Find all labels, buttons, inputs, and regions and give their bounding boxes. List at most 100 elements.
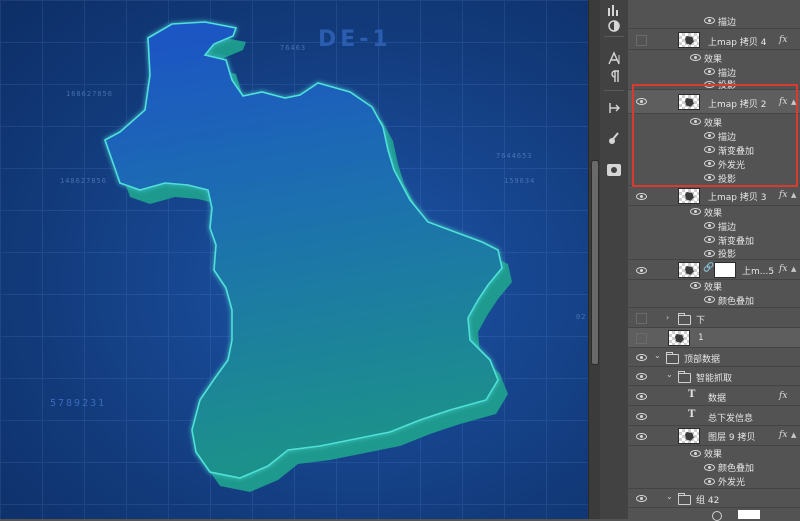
layer-thumbnail <box>678 94 700 110</box>
effect-row[interactable]: 渐变叠加 <box>628 142 800 157</box>
fx-icon[interactable]: fx <box>779 97 787 107</box>
chevron-down-icon[interactable]: ⌄ <box>654 351 661 360</box>
group-name: 下 <box>696 316 706 326</box>
fx-icon[interactable]: fx <box>779 35 787 45</box>
paragraph-icon[interactable] <box>604 66 624 86</box>
effect-group-row[interactable]: 效果 <box>628 446 800 460</box>
layer-row[interactable]: 🔗 上m...5 fx ▲ <box>628 260 800 280</box>
eye-icon[interactable] <box>636 413 647 420</box>
effect-row[interactable]: 投影 <box>628 170 800 186</box>
character-icon[interactable] <box>604 48 624 68</box>
visibility-toggle[interactable] <box>636 35 647 46</box>
chevron-up-icon[interactable]: ▲ <box>791 98 796 106</box>
effect-row[interactable]: 描边 <box>628 64 800 79</box>
eye-icon[interactable] <box>704 222 715 229</box>
eye-icon[interactable] <box>704 132 715 139</box>
eye-icon[interactable] <box>704 250 715 257</box>
effect-row[interactable]: 投影 <box>628 78 800 91</box>
eye-icon[interactable] <box>690 208 701 215</box>
chevron-up-icon[interactable]: ▲ <box>791 191 796 199</box>
eye-icon[interactable] <box>636 495 647 502</box>
chevron-down-icon[interactable]: ⌄ <box>666 370 673 379</box>
scrollbar-thumb[interactable] <box>591 160 599 365</box>
eye-icon[interactable] <box>636 354 647 361</box>
chevron-down-icon[interactable]: ⌄ <box>666 492 673 501</box>
district-map <box>104 21 512 492</box>
effect-group-row[interactable]: 效果 <box>628 50 800 65</box>
text-layer-row[interactable]: T 总下发信息 <box>628 406 800 426</box>
adjustment-icon[interactable] <box>604 16 624 36</box>
eye-icon[interactable] <box>690 282 701 289</box>
eye-icon[interactable] <box>704 146 715 153</box>
chevron-up-icon[interactable]: ▲ <box>791 265 796 273</box>
effect-row[interactable]: 颜色叠加 <box>628 460 800 474</box>
eye-icon[interactable] <box>690 118 701 125</box>
brush-icon[interactable] <box>604 128 624 148</box>
group-name: 组 42 <box>696 496 720 506</box>
transform-icon[interactable] <box>604 98 624 118</box>
eye-icon[interactable] <box>704 236 715 243</box>
effect-row[interactable]: 外发光 <box>628 474 800 489</box>
group-row[interactable]: › 下 <box>628 308 800 328</box>
text-layer-icon: T <box>688 389 696 400</box>
effect-group-row[interactable]: 效果 <box>628 278 800 293</box>
layer-row[interactable]: 上map 拷贝 3 fx ▲ <box>628 186 800 206</box>
eye-icon[interactable] <box>636 267 647 274</box>
eye-icon[interactable] <box>636 393 647 400</box>
stamp-icon[interactable] <box>604 160 624 180</box>
layer-row-selected[interactable]: 上map 拷贝 2 fx ▲ <box>628 90 800 114</box>
group-row[interactable]: ⌄ 组 42 <box>628 489 800 508</box>
fx-icon[interactable]: fx <box>779 190 787 200</box>
eye-icon[interactable] <box>704 464 715 471</box>
eye-icon[interactable] <box>690 450 701 457</box>
chevron-up-icon[interactable]: ▲ <box>791 431 796 439</box>
eye-icon[interactable] <box>704 478 715 485</box>
layer-row[interactable]: 图层 9 拷贝 fx ▲ <box>628 426 800 446</box>
eye-icon[interactable] <box>636 98 647 105</box>
mask-thumbnail[interactable] <box>738 510 760 519</box>
effect-row[interactable]: 外发光 <box>628 156 800 171</box>
effect-group-row[interactable]: 效果 <box>628 114 800 129</box>
eye-icon[interactable] <box>636 193 647 200</box>
layer-row-partial[interactable] <box>628 508 800 521</box>
layer-name: 上map 拷贝 2 <box>708 100 767 110</box>
eye-icon[interactable] <box>704 68 715 75</box>
eye-icon[interactable] <box>636 433 647 440</box>
layer-thumbnail <box>668 330 690 346</box>
fx-icon[interactable]: fx <box>779 430 787 440</box>
text-layer-icon: T <box>688 409 696 420</box>
eye-icon[interactable] <box>704 81 715 88</box>
eye-icon[interactable] <box>704 160 715 167</box>
fx-icon[interactable]: fx <box>779 391 787 401</box>
adjustment-layer-icon <box>712 511 722 521</box>
fx-icon[interactable]: fx <box>779 264 787 274</box>
document-canvas[interactable]: DE-1 76463 168627856 148627856 7644653 1… <box>0 0 588 519</box>
group-row[interactable]: ⌄ 顶部数据 <box>628 348 800 367</box>
chevron-right-icon[interactable]: › <box>666 313 669 322</box>
eye-icon[interactable] <box>704 17 715 24</box>
layer-thumbnail <box>678 188 700 204</box>
eye-icon[interactable] <box>690 54 701 61</box>
layer-row[interactable]: 1 <box>628 328 800 348</box>
layer-thumbnail <box>678 428 700 444</box>
effect-row[interactable]: 描边 <box>628 12 800 28</box>
eye-icon[interactable] <box>704 296 715 303</box>
visibility-toggle[interactable] <box>636 313 647 324</box>
effect-row[interactable]: 投影 <box>628 246 800 260</box>
effect-group-row[interactable]: 效果 <box>628 204 800 219</box>
folder-icon <box>678 313 691 325</box>
effect-row[interactable]: 颜色叠加 <box>628 292 800 308</box>
text-layer-row[interactable]: T 数据 fx <box>628 386 800 406</box>
mask-thumbnail[interactable] <box>714 262 736 278</box>
visibility-toggle[interactable] <box>636 333 647 344</box>
layer-name: 1 <box>698 333 704 343</box>
eye-icon[interactable] <box>704 174 715 181</box>
effect-row[interactable]: 渐变叠加 <box>628 232 800 247</box>
effect-label: 外发光 <box>718 478 746 488</box>
group-row[interactable]: ⌄ 智能抓取 <box>628 367 800 386</box>
effect-row[interactable]: 描边 <box>628 128 800 143</box>
eye-icon[interactable] <box>636 373 647 380</box>
layer-row[interactable]: 上map 拷贝 4 fx <box>628 28 800 50</box>
effect-row[interactable]: 描边 <box>628 218 800 233</box>
layer-name: 上map 拷贝 3 <box>708 193 767 203</box>
